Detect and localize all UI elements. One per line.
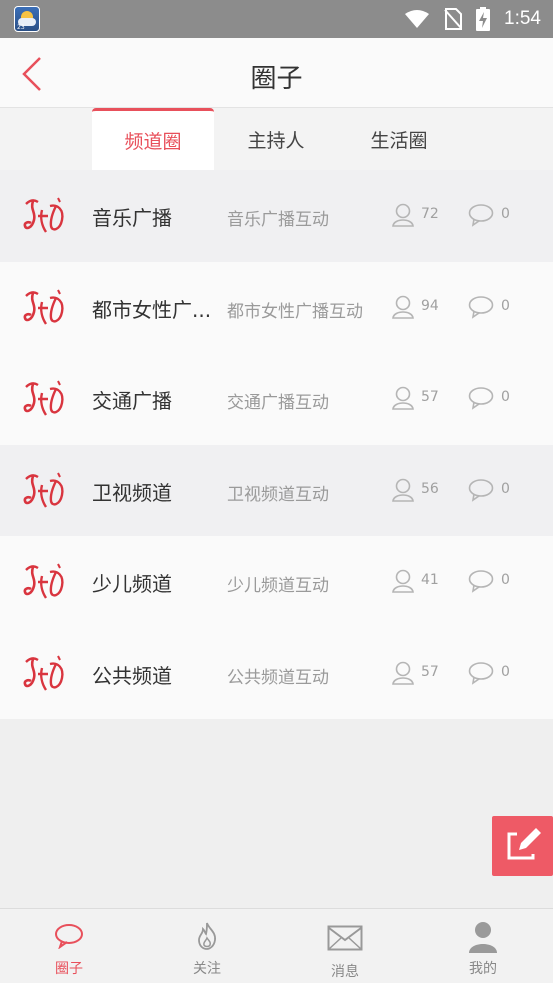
- edit-icon: [507, 828, 541, 860]
- nav-messages-label: 消息: [331, 964, 359, 980]
- nav-mine[interactable]: 我的: [438, 909, 528, 983]
- comment-count: 0: [501, 480, 510, 497]
- member-count: 94: [421, 297, 439, 314]
- tab-channel-circle[interactable]: 频道圈: [92, 108, 214, 170]
- channel-row[interactable]: 都市女性广... 都市女性广播互动 94 0: [0, 261, 553, 353]
- channel-logo-icon: [22, 288, 68, 330]
- channel-name: 都市女性广...: [92, 297, 212, 322]
- page-title: 圈子: [250, 64, 303, 94]
- comment-count: 0: [501, 297, 510, 314]
- channel-name: 少儿频道: [92, 572, 172, 596]
- member-icon: [392, 386, 414, 410]
- battery-charging-icon: [476, 7, 491, 31]
- channel-logo-icon: [22, 562, 68, 604]
- channel-logo-icon: [22, 471, 68, 513]
- channel-name: 音乐广播: [92, 206, 172, 230]
- header: 圈子: [0, 38, 553, 108]
- nav-follow-label: 关注: [193, 961, 221, 977]
- member-count: 57: [421, 663, 439, 680]
- comment-count: 0: [501, 663, 510, 680]
- channel-logo-icon: [22, 654, 68, 696]
- member-icon: [392, 295, 414, 319]
- envelope-icon: [327, 925, 363, 951]
- comment-icon: [468, 203, 494, 227]
- channel-row[interactable]: 卫视频道 卫视频道互动 56 0: [0, 444, 553, 536]
- channel-description: 公共频道互动: [227, 667, 329, 688]
- chat-bubble-icon: [55, 924, 83, 949]
- status-bar: 23 1:54: [0, 0, 553, 38]
- channel-description: 音乐广播互动: [227, 210, 329, 230]
- comment-icon: [468, 569, 494, 593]
- channel-list: 音乐广播 音乐广播互动 72 0 都市女性广... 都市女性广播互动 94 0 交通广播 交通广播…: [0, 170, 553, 719]
- nav-messages[interactable]: 消息: [300, 909, 390, 983]
- channel-row[interactable]: 音乐广播 音乐广播互动 72 0: [0, 170, 553, 262]
- status-time: 1:54: [504, 8, 541, 29]
- wifi-icon: [405, 10, 430, 28]
- member-count: 41: [421, 572, 439, 588]
- bottom-nav: 圈子 关注 消息 我的: [0, 908, 553, 983]
- compose-button[interactable]: [492, 816, 553, 876]
- channel-logo-icon: [22, 379, 68, 421]
- nav-circle[interactable]: 圈子: [24, 909, 114, 983]
- member-count: 56: [421, 480, 439, 497]
- member-icon: [392, 661, 414, 685]
- channel-description: 交通广播互动: [227, 393, 329, 413]
- comment-icon: [468, 295, 494, 319]
- weather-app-icon: 23: [14, 6, 40, 32]
- member-icon: [392, 478, 414, 502]
- channel-description: 卫视频道互动: [227, 484, 329, 505]
- comment-count: 0: [501, 206, 510, 222]
- tab-life-circle[interactable]: 生活圈: [338, 108, 460, 170]
- tab-hosts[interactable]: 主持人: [215, 108, 337, 170]
- comment-icon: [468, 478, 494, 502]
- channel-row[interactable]: 少儿频道 少儿频道互动 41 0: [0, 536, 553, 628]
- member-icon: [392, 203, 414, 227]
- channel-description: 少儿频道互动: [227, 576, 329, 596]
- channel-name: 交通广播: [92, 389, 172, 413]
- member-count: 57: [421, 389, 439, 405]
- no-sim-icon: [444, 8, 463, 30]
- channel-row[interactable]: 公共频道 公共频道互动 57 0: [0, 627, 553, 719]
- channel-description: 都市女性广播互动: [227, 301, 363, 322]
- weather-temp: 23: [17, 24, 25, 31]
- channel-logo-icon: [22, 196, 68, 238]
- comment-icon: [468, 386, 494, 410]
- channel-name: 公共频道: [92, 663, 172, 688]
- nav-circle-label: 圈子: [55, 961, 83, 977]
- comment-icon: [468, 661, 494, 685]
- member-count: 72: [421, 206, 439, 222]
- comment-count: 0: [501, 572, 510, 588]
- comment-count: 0: [501, 389, 510, 405]
- person-icon: [469, 922, 497, 953]
- flame-icon: [198, 922, 216, 950]
- member-icon: [392, 569, 414, 593]
- tab-bar: 频道圈 主持人 生活圈: [0, 108, 553, 170]
- channel-row[interactable]: 交通广播 交通广播互动 57 0: [0, 353, 553, 445]
- nav-mine-label: 我的: [469, 961, 497, 977]
- nav-follow[interactable]: 关注: [162, 909, 252, 983]
- channel-name: 卫视频道: [92, 480, 172, 505]
